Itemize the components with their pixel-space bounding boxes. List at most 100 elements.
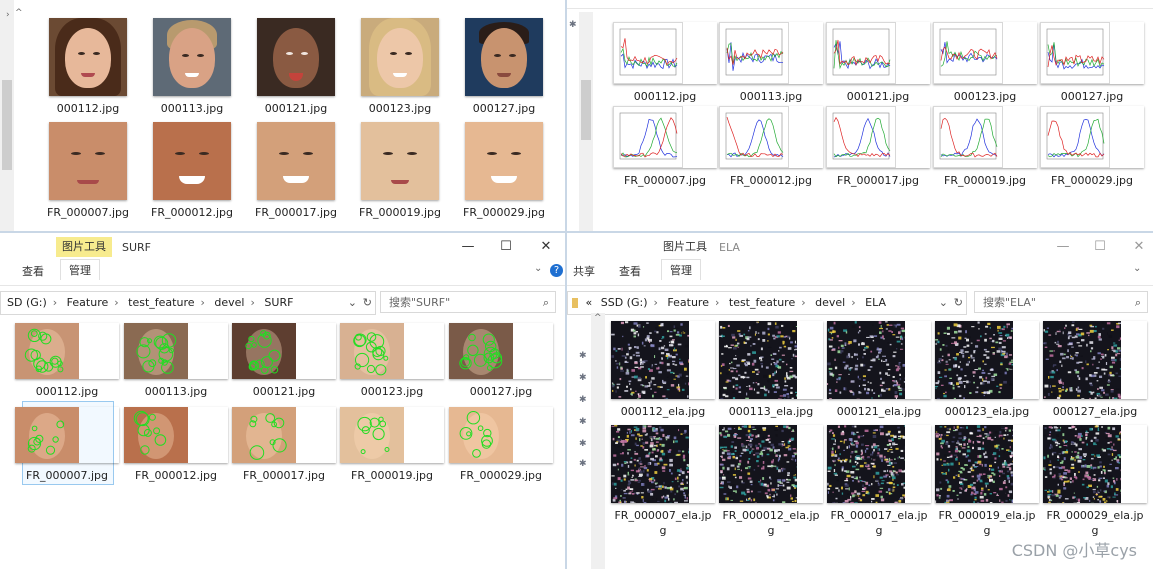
scrollbar[interactable] [591,313,605,569]
pin-icon[interactable]: ✱ [579,439,587,449]
address-dropdown-icon[interactable]: ⌄ [939,292,948,314]
refresh-icon[interactable]: ↻ [954,292,963,314]
file-tile[interactable]: 000113.jpg [124,323,228,399]
file-tile[interactable]: 000123_ela.jpg [935,321,1039,419]
ribbon-expand-icon[interactable]: ⌄ [534,263,542,274]
file-tile[interactable]: 000121.jpg [232,323,336,399]
scrollbar-thumb[interactable] [2,80,12,170]
minimize-button[interactable]: — [1053,239,1073,254]
breadcrumb-item[interactable]: SD (G:) [7,296,47,309]
ribbon-expand-icon[interactable]: ⌄ [1133,263,1141,274]
file-tile[interactable]: FR_000017.jpg [826,106,930,188]
file-name: FR_000019.jpg [944,174,1026,187]
file-tile[interactable]: 000121.jpg [244,18,348,116]
breadcrumb-item[interactable]: test_feature [729,296,795,309]
file-tile[interactable]: FR_000019_ela.jpg [935,425,1039,538]
address-bar[interactable]: « SSD (G:) › Feature › test_feature › devel… [567,291,967,315]
file-name: 000127.jpg [469,385,533,398]
file-tile[interactable]: 000112.jpg [15,323,119,399]
file-tile[interactable]: 000121_ela.jpg [827,321,931,419]
file-tile[interactable]: FR_000029.jpg [452,122,556,220]
file-tile[interactable]: FR_000007_ela.jpg [611,425,715,538]
file-tile[interactable]: FR_000019.jpg [340,407,444,483]
close-button[interactable]: ✕ [1129,239,1149,254]
collapse-chevron-icon[interactable]: ^ [15,8,23,18]
face-thumbnail [465,122,543,200]
file-tile[interactable]: FR_000012_ela.jpg [719,425,823,538]
breadcrumb-item[interactable]: Feature [667,296,709,309]
file-tile[interactable]: 000123.jpg [933,22,1037,104]
picture-tools-tab[interactable]: 图片工具 [657,237,713,257]
tab-view[interactable]: 查看 [22,263,44,279]
breadcrumb-item[interactable]: ELA [865,296,886,309]
file-name: 000112.jpg [56,102,120,115]
file-tile[interactable]: 000127_ela.jpg [1043,321,1147,419]
close-button[interactable]: ✕ [536,239,556,254]
breadcrumb-item[interactable]: devel [815,296,845,309]
file-tile[interactable]: FR_000029_ela.jpg [1043,425,1147,538]
file-tile[interactable]: FR_000007.jpg [36,122,140,220]
scrollbar-thumb[interactable] [581,80,591,140]
refresh-icon[interactable]: ↻ [363,292,372,314]
breadcrumb-item[interactable]: SSD (G:) [601,296,648,309]
surf-explorer-window: 图片工具 SURF — ☐ ✕ 查看 管理 ⌄ ? SD (G:) › Featu… [0,233,565,569]
pin-icon[interactable]: ✱ [579,395,587,405]
picture-tools-tab[interactable]: 图片工具 [56,237,112,257]
file-tile[interactable]: FR_000012.jpg [124,407,228,483]
help-icon[interactable]: ? [550,264,563,277]
histogram-thumbnail [1040,106,1144,168]
tab-share[interactable]: 共享 [573,263,595,279]
file-tile[interactable]: 000121.jpg [826,22,930,104]
pin-icon[interactable]: ✱ [579,373,587,383]
file-tile[interactable]: 000112.jpg [36,18,140,116]
file-tile[interactable]: FR_000007.jpg [613,106,717,188]
breadcrumb-item[interactable]: SURF [264,296,293,309]
file-tile[interactable]: 000127.jpg [449,323,553,399]
nav-back-chevron[interactable]: « [586,296,593,309]
file-tile[interactable]: 000127.jpg [1040,22,1144,104]
breadcrumb-item[interactable]: test_feature [128,296,194,309]
file-tile[interactable]: FR_000007.jpg [15,407,119,483]
search-input[interactable]: 搜索"ELA" ⌕ [974,291,1148,313]
file-tile[interactable]: FR_000029.jpg [449,407,553,483]
search-icon: ⌕ [1134,296,1141,309]
file-tile[interactable]: 000112.jpg [613,22,717,104]
minimize-button[interactable]: — [458,239,478,254]
address-bar[interactable]: SD (G:) › Feature › test_feature › devel › S… [0,291,376,315]
surf-keypoints-thumbnail [449,323,553,379]
file-tile[interactable]: FR_000029.jpg [1040,106,1144,188]
file-tile[interactable]: FR_000019.jpg [933,106,1037,188]
tab-manage[interactable]: 管理 [60,259,100,280]
pin-icon[interactable]: ✱ [579,459,587,469]
file-tile[interactable]: FR_000017.jpg [232,407,336,483]
address-dropdown-icon[interactable]: ⌄ [348,292,357,314]
file-tile[interactable]: 000113.jpg [719,22,823,104]
histogram-thumbnail [613,106,717,168]
file-tile[interactable]: 000112_ela.jpg [611,321,715,419]
file-name: 000121.jpg [846,90,910,103]
breadcrumb-item[interactable]: Feature [67,296,109,309]
face-thumbnail [465,18,543,96]
maximize-button[interactable]: ☐ [496,239,516,254]
file-tile[interactable]: 000123.jpg [340,323,444,399]
file-tile[interactable]: FR_000012.jpg [140,122,244,220]
tab-view[interactable]: 查看 [619,263,641,279]
file-tile[interactable]: FR_000017_ela.jpg [827,425,931,538]
file-tile[interactable]: 000113_ela.jpg [719,321,823,419]
expand-chevron-icon[interactable]: › [6,10,10,20]
pin-icon[interactable]: ✱ [579,417,587,427]
breadcrumb-item[interactable]: devel [214,296,244,309]
file-tile[interactable]: 000127.jpg [452,18,556,116]
file-tile[interactable]: 000123.jpg [348,18,452,116]
tab-manage[interactable]: 管理 [661,259,701,280]
file-tile[interactable]: FR_000019.jpg [348,122,452,220]
file-tile[interactable]: 000113.jpg [140,18,244,116]
file-name: FR_000019.jpg [359,206,441,219]
collapse-chevron-icon[interactable]: ^ [594,313,602,323]
pin-icon[interactable]: ✱ [569,20,577,30]
file-tile[interactable]: FR_000012.jpg [719,106,823,188]
pin-icon[interactable]: ✱ [579,351,587,361]
file-tile[interactable]: FR_000017.jpg [244,122,348,220]
search-input[interactable]: 搜索"SURF" ⌕ [380,291,556,313]
maximize-button[interactable]: ☐ [1090,239,1110,254]
